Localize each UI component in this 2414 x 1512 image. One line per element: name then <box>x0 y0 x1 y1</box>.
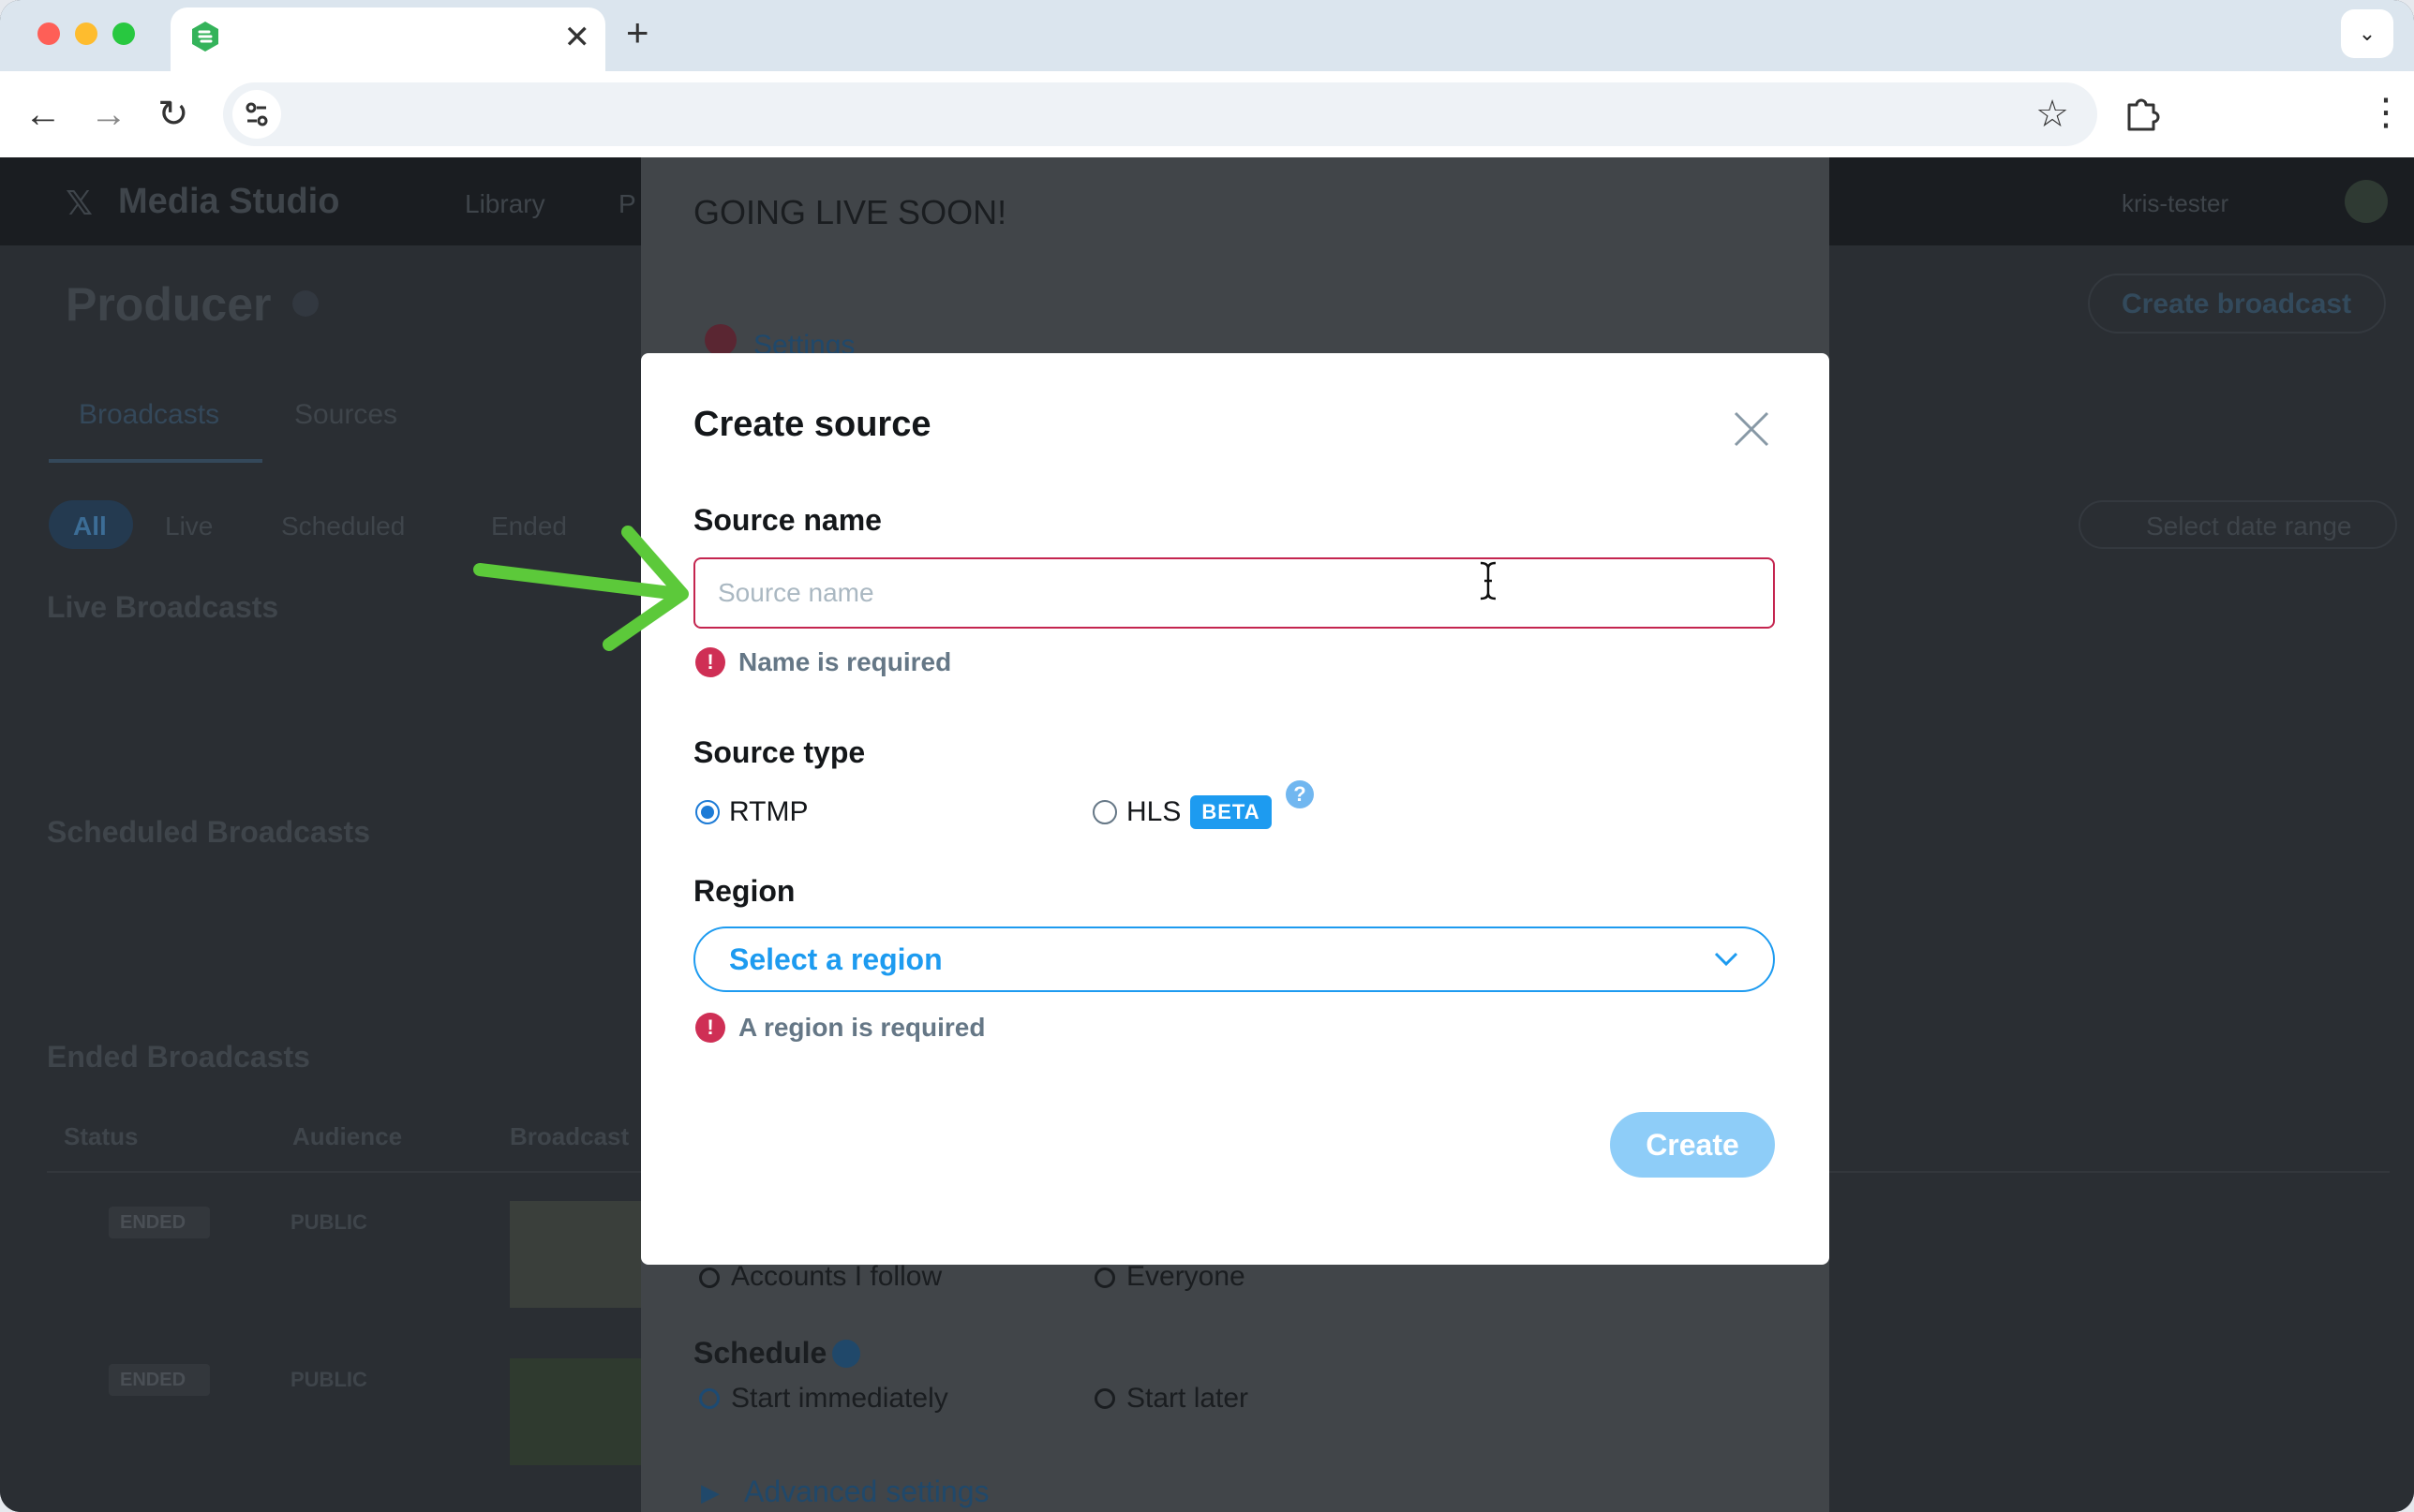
filter-all-label: All <box>73 511 107 541</box>
name-error: ! Name is required <box>695 646 951 678</box>
schedule-label: Schedule <box>693 1336 827 1370</box>
audience-value: PUBLIC <box>291 1210 367 1234</box>
help-icon[interactable] <box>292 290 319 317</box>
beta-badge: BETA <box>1190 795 1272 829</box>
nav-producer[interactable]: P <box>618 189 641 218</box>
option-everyone: Everyone <box>1126 1261 1245 1292</box>
region-select[interactable]: Select a region <box>693 926 1775 992</box>
create-source-modal: Create source Source name ! Name is requ… <box>641 353 1829 1265</box>
radio-start-later[interactable] <box>1095 1388 1115 1409</box>
browser-tab[interactable]: ✕ <box>171 7 605 71</box>
region-select-value: Select a region <box>729 941 943 976</box>
column-status: Status <box>64 1122 139 1150</box>
tab-underline <box>49 459 262 463</box>
schedule-help-icon[interactable] <box>832 1340 860 1368</box>
account-name[interactable]: kris-tester <box>2122 189 2228 217</box>
close-window-button[interactable] <box>37 22 60 45</box>
modal-title: Create source <box>693 405 931 444</box>
type-hls-label: HLS <box>1126 796 1182 827</box>
advanced-settings-link[interactable]: Advanced settings <box>744 1475 990 1509</box>
error-icon: ! <box>695 647 725 677</box>
source-name-input[interactable] <box>693 557 1775 629</box>
broadcast-thumbnail[interactable] <box>510 1358 641 1465</box>
error-icon: ! <box>695 1013 725 1043</box>
filter-scheduled[interactable]: Scheduled <box>281 511 405 541</box>
avatar[interactable] <box>2345 180 2388 223</box>
site-info-icon[interactable] <box>232 90 281 139</box>
brand-name: Media Studio <box>118 182 340 221</box>
source-name-label: Source name <box>693 503 882 537</box>
option-start-later: Start later <box>1126 1383 1249 1414</box>
radio-hls[interactable] <box>1093 800 1117 824</box>
annotation-arrow-icon <box>473 526 689 651</box>
forward-icon[interactable]: → <box>90 94 127 135</box>
caret-right-icon: ▶ <box>701 1478 720 1506</box>
create-broadcast-label: Create broadcast <box>2122 289 2352 319</box>
option-start-immediately: Start immediately <box>731 1383 948 1414</box>
tab-broadcasts[interactable]: Broadcasts <box>79 399 219 430</box>
bookmark-star-icon[interactable]: ☆ <box>2035 92 2069 137</box>
radio-everyone[interactable] <box>1095 1267 1115 1288</box>
nav-library[interactable]: Library <box>465 189 545 218</box>
sheet-heading: GOING LIVE SOON! <box>693 193 1007 231</box>
type-hls[interactable]: HLS BETA <box>1093 793 1272 831</box>
address-bar[interactable]: ☆ <box>223 82 2097 146</box>
section-live: Live Broadcasts <box>47 590 279 624</box>
name-error-text: Name is required <box>738 647 952 676</box>
radio-rtmp[interactable] <box>695 800 720 824</box>
extensions-icon[interactable] <box>2120 90 2167 137</box>
text-cursor-icon <box>1480 561 1497 600</box>
radio-start-immediately[interactable] <box>699 1388 720 1409</box>
app-logo-icon: 𝕏 <box>66 184 94 222</box>
help-icon[interactable]: ? <box>1286 780 1314 808</box>
tab-search-button[interactable]: ⌄ <box>2341 9 2393 58</box>
table-row[interactable]: ENDED <box>109 1207 210 1238</box>
source-type-label: Source type <box>693 735 866 769</box>
tab-sources[interactable]: Sources <box>294 399 397 430</box>
create-broadcast-button[interactable]: Create broadcast <box>2088 274 2386 334</box>
table-row[interactable]: ENDED <box>109 1364 210 1396</box>
type-rtmp-label: RTMP <box>729 796 809 827</box>
column-broadcast: Broadcast <box>510 1122 630 1150</box>
close-icon[interactable] <box>1728 406 1775 452</box>
type-rtmp[interactable]: RTMP <box>695 793 808 831</box>
warning-icon <box>705 324 737 356</box>
new-tab-button[interactable]: + <box>626 13 649 52</box>
zoom-window-button[interactable] <box>112 22 135 45</box>
create-button[interactable]: Create <box>1610 1112 1775 1178</box>
region-label: Region <box>693 874 796 908</box>
audience-value: PUBLIC <box>291 1368 367 1391</box>
broadcast-thumbnail[interactable] <box>510 1201 641 1308</box>
option-accounts-follow: Accounts I follow <box>731 1261 943 1292</box>
tab-strip: ✕ + ⌄ <box>0 0 2414 71</box>
page-title: Producer <box>66 278 272 331</box>
close-tab-icon[interactable]: ✕ <box>564 19 591 56</box>
region-error-text: A region is required <box>738 1013 986 1042</box>
section-scheduled: Scheduled Broadcasts <box>47 815 370 849</box>
filter-all[interactable]: All <box>49 500 133 549</box>
status-badge: ENDED <box>120 1212 186 1233</box>
date-range-picker[interactable]: Select date range <box>2079 500 2397 549</box>
back-icon[interactable]: ← <box>24 94 62 135</box>
date-range-label: Select date range <box>2146 511 2352 541</box>
radio-accounts-follow[interactable] <box>699 1267 720 1288</box>
tab-favicon-icon <box>192 22 218 52</box>
reload-icon[interactable]: ↻ <box>157 94 189 135</box>
status-badge: ENDED <box>120 1370 186 1390</box>
browser-window: ✕ + ⌄ ← → ↻ ☆ ⋮ 𝕏 Media Studio Library P… <box>0 0 2414 1512</box>
menu-icon[interactable]: ⋮ <box>2367 92 2405 133</box>
column-audience: Audience <box>292 1122 403 1150</box>
minimize-window-button[interactable] <box>75 22 97 45</box>
chevron-down-icon <box>1714 952 1738 967</box>
region-error: ! A region is required <box>695 1012 985 1044</box>
section-ended: Ended Broadcasts <box>47 1040 310 1074</box>
filter-live[interactable]: Live <box>165 511 213 541</box>
